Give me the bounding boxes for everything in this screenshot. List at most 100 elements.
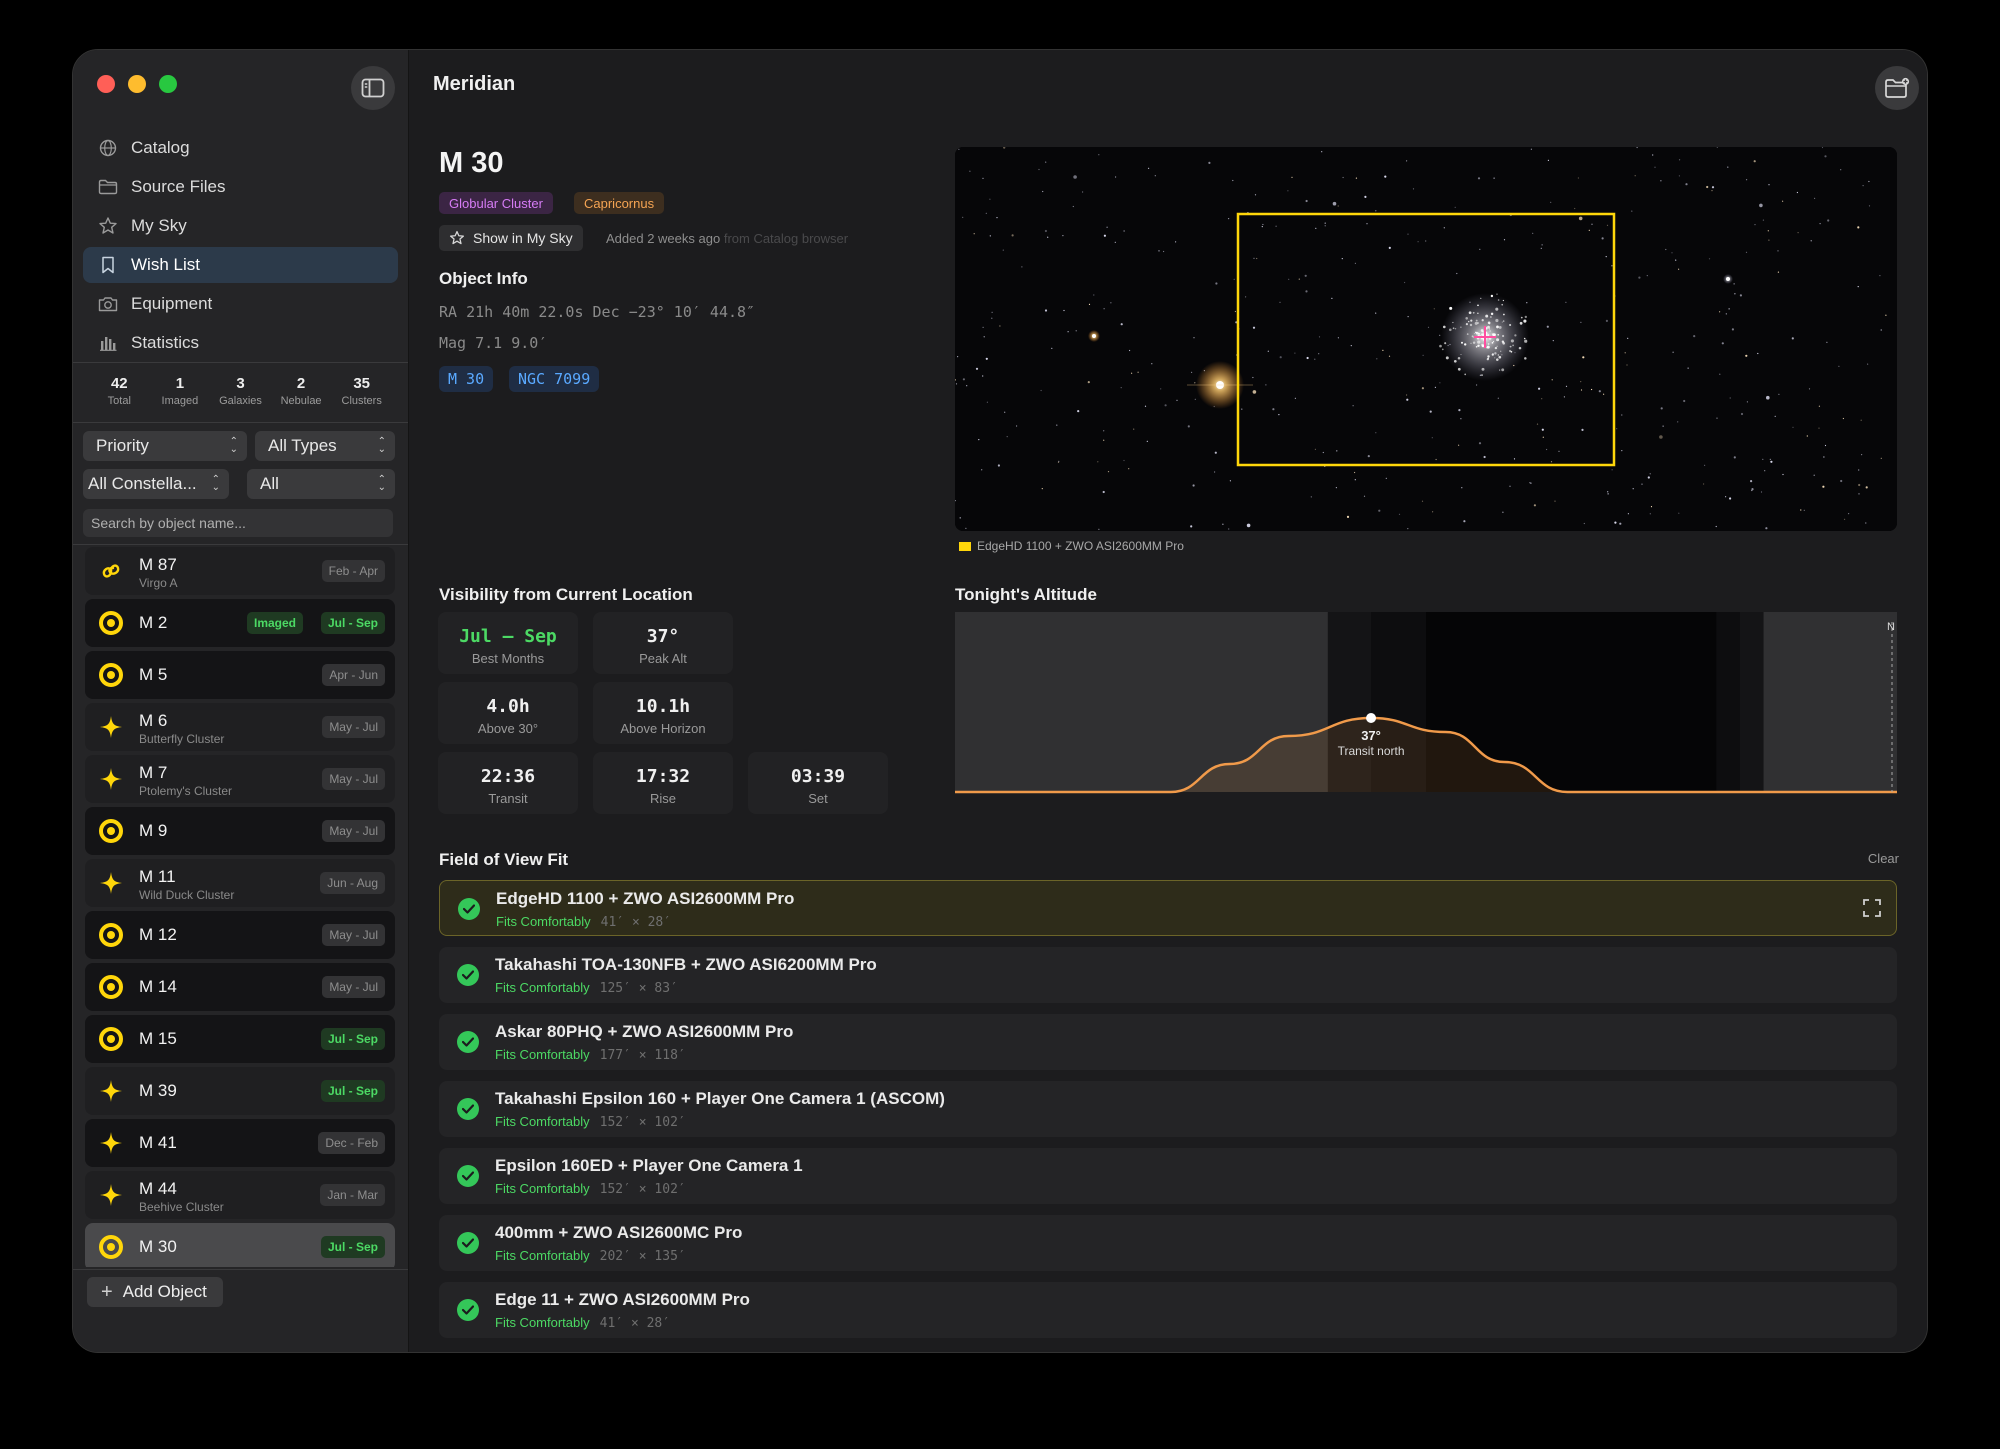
star	[1461, 487, 1463, 489]
star	[1305, 199, 1308, 203]
catalog-id-pill[interactable]: M 30	[439, 366, 494, 392]
star	[1406, 394, 1408, 396]
fov-item[interactable]: Askar 80PHQ + ZWO ASI2600MM Pro Fits Comf…	[439, 1014, 1897, 1070]
star	[1004, 411, 1006, 413]
star	[1102, 490, 1105, 494]
folder-badge-icon	[1885, 77, 1910, 98]
star	[1729, 497, 1732, 500]
cluster-star	[1475, 319, 1478, 322]
star	[1176, 399, 1178, 401]
star	[1753, 160, 1756, 163]
star	[1578, 216, 1583, 221]
cluster-star	[1502, 299, 1505, 302]
star	[1056, 424, 1058, 426]
open-folder-button[interactable]	[1875, 66, 1919, 110]
fov-fit-status: Fits Comfortably 202′ × 135′	[495, 1248, 686, 1264]
star	[1659, 435, 1663, 439]
star	[1536, 423, 1539, 425]
cluster-star	[1523, 337, 1526, 340]
star	[1252, 326, 1256, 329]
checkmark-icon	[457, 1299, 479, 1321]
fov-item[interactable]: Takahashi TOA-130NFB + ZWO ASI6200MM Pro…	[439, 947, 1897, 1003]
star	[1703, 483, 1705, 485]
star	[1693, 335, 1696, 338]
cluster-star	[1485, 314, 1489, 318]
cluster-star	[1488, 328, 1491, 330]
star	[1193, 337, 1195, 339]
star	[1552, 340, 1554, 342]
cluster-star	[1503, 313, 1505, 316]
star	[1336, 450, 1338, 452]
cluster-star	[1457, 367, 1461, 371]
cluster-star	[1494, 352, 1497, 355]
fov-item[interactable]: 400mm + ZWO ASI2600MC Pro Fits Comfortabl…	[439, 1215, 1897, 1271]
star	[1862, 185, 1864, 187]
star	[1858, 483, 1861, 487]
star	[1208, 161, 1211, 164]
peak-sublabel: Transit north	[1338, 744, 1405, 758]
fov-dimensions: 152′ × 102′	[599, 1115, 686, 1130]
cluster-star	[1475, 331, 1479, 335]
star	[1407, 528, 1409, 530]
star	[1634, 175, 1636, 177]
cluster-star	[1495, 307, 1499, 311]
star	[1439, 334, 1441, 336]
fov-item[interactable]: Epsilon 160ED + Player One Camera 1 Fits …	[439, 1148, 1897, 1204]
cluster-star	[1466, 333, 1469, 335]
cluster-star	[1523, 319, 1527, 323]
star	[1607, 493, 1609, 495]
star	[1719, 373, 1721, 375]
cluster-star	[1518, 346, 1522, 350]
cluster-star	[1477, 304, 1479, 307]
star	[1725, 313, 1727, 315]
clear-button[interactable]: Clear	[1868, 851, 1899, 866]
expand-icon[interactable]	[1862, 898, 1882, 918]
star	[1824, 155, 1827, 158]
star	[1194, 382, 1196, 384]
cluster-star	[1501, 303, 1504, 306]
star	[1823, 456, 1825, 458]
star	[1728, 308, 1730, 310]
star	[1547, 159, 1549, 161]
star	[985, 357, 988, 360]
star	[1262, 223, 1264, 226]
fov-item[interactable]: EdgeHD 1100 + ZWO ASI2600MM Pro Fits Comf…	[439, 880, 1897, 936]
cluster-star	[1487, 343, 1490, 345]
star	[1541, 428, 1544, 431]
cluster-star	[1495, 318, 1499, 323]
star	[1824, 444, 1827, 447]
sky-preview-image[interactable]	[955, 147, 1897, 531]
star	[1354, 262, 1356, 264]
catalog-id-pill[interactable]: NGC 7099	[509, 366, 600, 392]
star	[1073, 175, 1077, 179]
star	[1045, 161, 1047, 163]
star	[1384, 175, 1387, 178]
star	[958, 148, 960, 150]
star	[1727, 166, 1729, 168]
star	[1757, 352, 1759, 355]
star	[1067, 331, 1069, 333]
star	[1751, 488, 1754, 491]
cluster-star	[1470, 319, 1473, 322]
star	[1857, 286, 1859, 288]
cluster-star	[1499, 369, 1501, 371]
star	[1421, 387, 1424, 390]
cluster-star	[1512, 344, 1514, 347]
fov-item[interactable]: Takahashi Epsilon 160 + Player One Camer…	[439, 1081, 1897, 1137]
cluster-star	[1496, 293, 1498, 295]
star	[1677, 421, 1679, 423]
star	[1456, 272, 1458, 275]
star	[1591, 388, 1593, 391]
star	[973, 233, 975, 235]
star	[1540, 247, 1542, 249]
fov-rig-name: Edge 11 + ZWO ASI2600MM Pro	[495, 1290, 750, 1309]
fov-item[interactable]: Edge 11 + ZWO ASI2600MM Pro Fits Comforta…	[439, 1282, 1897, 1338]
fov-rig-name: Askar 80PHQ + ZWO ASI2600MM Pro	[495, 1022, 794, 1041]
altitude-chart[interactable]: 37°Transit northN2151821000306091	[955, 612, 1897, 815]
star	[1554, 500, 1556, 502]
star	[1868, 180, 1870, 183]
vis-set: 03:39 Set	[748, 752, 888, 814]
star	[1214, 471, 1216, 473]
star	[1649, 513, 1651, 515]
show-in-my-sky-button[interactable]: Show in My Sky	[439, 225, 583, 251]
